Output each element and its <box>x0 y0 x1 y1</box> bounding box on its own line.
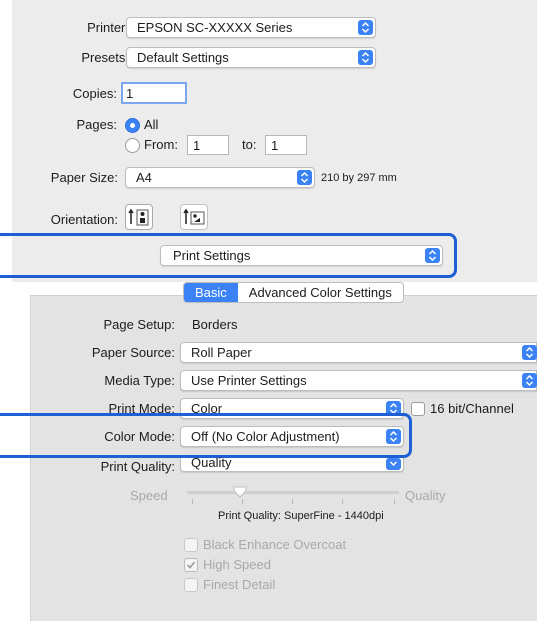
media-type-popup[interactable]: Use Printer Settings <box>180 370 537 391</box>
media-type-label: Media Type: <box>104 373 175 388</box>
chevron-updown-icon <box>522 345 537 360</box>
slider-tick <box>342 499 343 504</box>
tab-basic[interactable]: Basic <box>184 283 238 302</box>
paper-size-label: Paper Size: <box>50 170 118 185</box>
pages-from-label: From: <box>144 137 178 152</box>
orientation-label: Orientation: <box>50 212 118 227</box>
print-quality-value: Quality <box>191 455 232 470</box>
landscape-orientation-icon <box>183 208 205 225</box>
slider-speed-label: Speed <box>130 488 168 503</box>
media-type-value: Use Printer Settings <box>191 373 307 388</box>
pages-to-value: 1 <box>271 138 279 153</box>
paper-source-popup[interactable]: Roll Paper <box>180 342 537 363</box>
orientation-portrait-button[interactable] <box>125 204 153 230</box>
slider-tick <box>242 499 243 504</box>
printer-value: EPSON SC-XXXXX Series <box>137 20 293 35</box>
slider-tick <box>292 499 293 504</box>
paper-source-value: Roll Paper <box>191 345 252 360</box>
pages-from-field[interactable]: 1 <box>187 135 229 155</box>
chevron-updown-icon <box>522 373 537 388</box>
sixteen-bit-checkbox[interactable] <box>411 402 425 416</box>
pages-all-label: All <box>144 117 159 132</box>
page-setup-label: Page Setup: <box>103 317 175 332</box>
pages-from-radio[interactable] <box>125 138 140 153</box>
pages-from-value: 1 <box>193 138 201 153</box>
print-quality-popup[interactable]: Quality <box>180 455 404 472</box>
sixteen-bit-label: 16 bit/Channel <box>430 401 514 416</box>
printer-label: Printer: <box>87 20 129 35</box>
settings-tabs: Basic Advanced Color Settings <box>183 282 404 303</box>
black-enhance-overcoat-label: Black Enhance Overcoat <box>203 537 347 552</box>
paper-size-popup[interactable]: A4 <box>125 167 315 188</box>
quality-slider-track[interactable] <box>187 491 399 494</box>
presets-popup[interactable]: Default Settings <box>126 47 376 68</box>
slider-quality-label: Quality <box>405 488 446 503</box>
paper-size-dimensions: 210 by 297 mm <box>321 172 397 184</box>
color-mode-highlight <box>0 413 412 458</box>
black-enhance-overcoat-checkbox[interactable] <box>184 538 198 552</box>
slider-tick <box>394 499 395 504</box>
section-highlight <box>0 233 457 278</box>
slider-tick <box>192 499 193 504</box>
tab-advanced-color-settings[interactable]: Advanced Color Settings <box>238 283 403 302</box>
pages-label: Pages: <box>76 117 117 132</box>
copies-value: 1 <box>126 86 134 101</box>
print-quality-info: Print Quality: SuperFine - 1440dpi <box>218 510 384 522</box>
chevron-updown-icon <box>358 50 373 65</box>
page-setup-value: Borders <box>192 317 238 332</box>
presets-value: Default Settings <box>137 50 229 65</box>
chevron-updown-icon <box>358 20 373 35</box>
paper-size-value: A4 <box>136 170 152 185</box>
chevron-down-icon <box>386 458 401 470</box>
high-speed-checkbox[interactable] <box>184 558 198 572</box>
orientation-landscape-button[interactable] <box>180 204 208 230</box>
finest-detail-label: Finest Detail <box>203 577 276 592</box>
copies-label: Copies: <box>72 86 117 101</box>
copies-field[interactable]: 1 <box>121 82 187 104</box>
pages-to-field[interactable]: 1 <box>265 135 307 155</box>
finest-detail-checkbox[interactable] <box>184 578 198 592</box>
print-dialog: Printer: EPSON SC-XXXXX Series Presets: … <box>0 0 537 621</box>
presets-label: Presets: <box>81 50 129 65</box>
printer-popup[interactable]: EPSON SC-XXXXX Series <box>126 17 376 38</box>
pages-to-label: to: <box>242 137 257 152</box>
chevron-updown-icon <box>297 170 312 185</box>
pages-all-radio[interactable] <box>125 118 140 133</box>
paper-source-label: Paper Source: <box>91 345 175 360</box>
print-quality-label: Print Quality: <box>100 459 175 474</box>
portrait-orientation-icon <box>128 208 149 226</box>
high-speed-label: High Speed <box>203 557 271 572</box>
checkmark-icon <box>186 561 196 569</box>
quality-slider-thumb[interactable] <box>233 486 247 498</box>
